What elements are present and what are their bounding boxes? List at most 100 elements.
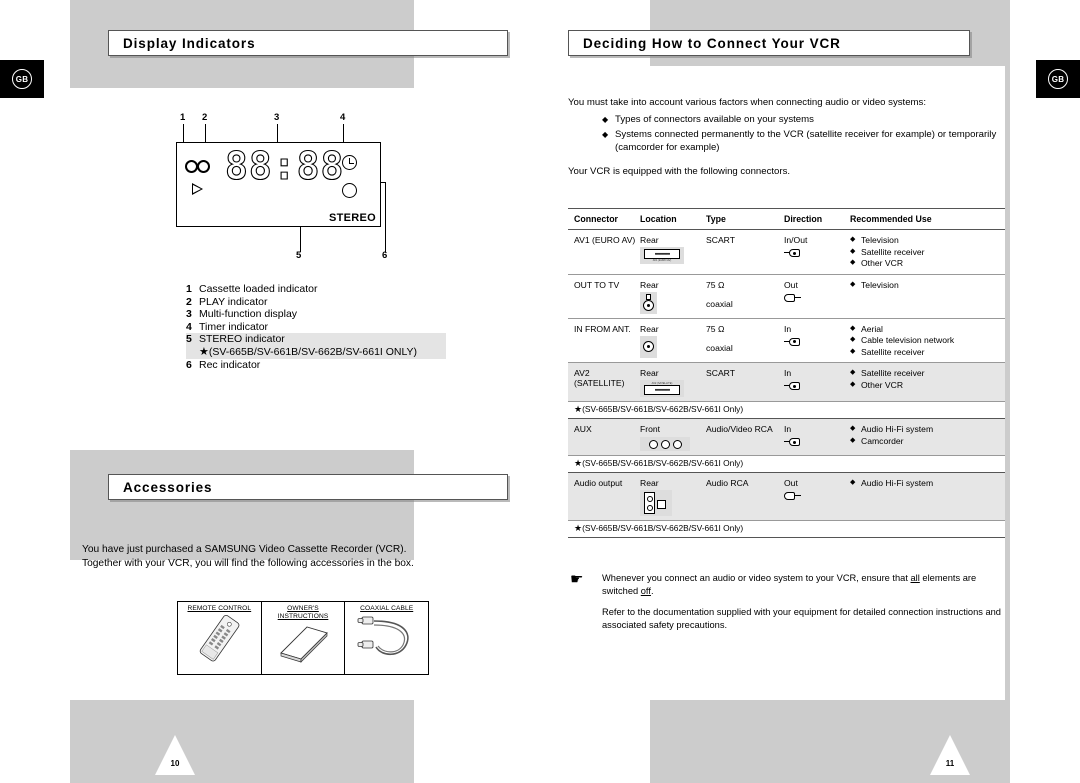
diamond-bullet-icon: ◆ xyxy=(850,280,856,288)
locale-badge-right: GB xyxy=(1036,60,1080,98)
cell-direction: Out xyxy=(784,478,850,516)
page-number-left: 10 xyxy=(155,735,195,775)
locale-badge-left: GB xyxy=(0,60,44,98)
stereo-indicator-label: STEREO xyxy=(328,212,376,224)
cell-type: Audio RCA xyxy=(706,478,749,488)
scart-connector-icon: ▪▪▪▪▪▪▪▪▪▪ AV1 (EURO AV) xyxy=(640,247,684,264)
accessory-caption: COAXIAL CABLE xyxy=(360,605,414,612)
page-number-right: 11 xyxy=(930,735,970,775)
cell-recommended-use: ◆ Television xyxy=(850,280,1005,314)
bullet-item: ◆ Types of connectors available on your … xyxy=(602,114,814,125)
use-item: ◆ Aerial xyxy=(850,323,883,334)
use-item: ◆ Satellite receiver xyxy=(850,246,925,257)
pointing-hand-icon: ☛ xyxy=(570,571,584,588)
callout-4: 4 xyxy=(340,112,346,123)
use-item: ◆ Satellite receiver xyxy=(850,368,925,378)
cell-type: 75 Ω coaxial xyxy=(706,323,733,353)
star-icon: ★ xyxy=(574,523,583,533)
accessories-illustration-box: REMOTE CONTROL OWNER'S INSTRUCTIONS COAX… xyxy=(177,601,429,675)
use-item: ◆ Audio Hi-Fi system xyxy=(850,424,934,434)
display-indicator-legend: 1 Cassette loaded indicator 2 PLAY indic… xyxy=(186,283,446,371)
table-row-model-note: ★(SV-665B/SV-661B/SV-662B/SV-661I Only) xyxy=(574,523,744,533)
multi-function-display-digits: 88:88 xyxy=(224,144,345,188)
table-row: AUX Front Audio/Video RCA In ◆ Audio Hi-F… xyxy=(568,418,1005,456)
legend-item-label: Rec indicator xyxy=(199,358,261,371)
cell-direction: In xyxy=(784,324,850,359)
intro-tail: Your VCR is equipped with the following … xyxy=(568,166,791,177)
cassette-reel-right-icon xyxy=(197,160,210,173)
cell-connector: OUT TO TV xyxy=(574,279,620,290)
section-title-deciding-how-to-connect: Deciding How to Connect Your VCR xyxy=(568,30,970,56)
star-icon: ★ xyxy=(199,345,209,358)
use-item: ◆ Television xyxy=(850,279,899,290)
table-row-model-note: ★(SV-665B/SV-661B/SV-662B/SV-661I Only) xyxy=(574,404,744,414)
caution-note-line2: Refer to the documentation supplied with… xyxy=(602,607,1001,630)
scart-connector-icon: AV2 (SATELLITE) ▪▪▪▪▪▪▪▪▪▪ xyxy=(640,380,684,397)
diamond-bullet-icon: ◆ xyxy=(850,324,856,332)
accessories-paragraph: You have just purchased a SAMSUNG Video … xyxy=(82,544,414,569)
coaxial-cable-icon xyxy=(357,616,409,656)
remote-control-icon xyxy=(200,614,240,662)
diamond-bullet-icon: ◆ xyxy=(602,130,609,139)
table-row: AV1 (EURO AV) Rear ▪▪▪▪▪▪▪▪▪▪ AV1 (EURO … xyxy=(568,230,1005,275)
section-title-accessories: Accessories xyxy=(108,474,508,500)
cell-type: Audio/Video RCA xyxy=(706,424,773,434)
accessory-caption: OWNER'S INSTRUCTIONS xyxy=(277,605,329,620)
locale-badge-label: GB xyxy=(1048,69,1068,89)
arrow-in-icon xyxy=(784,382,802,391)
arrow-in-icon xyxy=(784,337,802,347)
audio-output-connector-icon xyxy=(640,490,672,516)
accessory-owners-instructions: OWNER'S INSTRUCTIONS xyxy=(262,602,346,674)
callout-2: 2 xyxy=(202,112,208,123)
diamond-bullet-icon: ◆ xyxy=(850,347,856,355)
leader-line-6 xyxy=(385,182,387,252)
page-title: Accessories xyxy=(123,479,213,495)
use-item: ◆ Other VCR xyxy=(850,379,904,390)
use-item: ◆ Camcorder xyxy=(850,435,904,446)
legend-model-note: ★(SV-665B/SV-661B/SV-662B/SV-661I ONLY) xyxy=(199,345,418,358)
accessory-coaxial-cable: COAXIAL CABLE xyxy=(345,602,428,674)
column-header-type: Type xyxy=(706,214,726,224)
use-item: ◆ Satellite receiver xyxy=(850,346,925,357)
rca-triple-connector-icon xyxy=(640,437,690,451)
legend-item: 3 Multi-function display xyxy=(186,308,298,321)
table-row-model-note: ★(SV-665B/SV-661B/SV-662B/SV-661I Only) xyxy=(574,458,744,468)
leader-line-5 xyxy=(300,227,302,252)
diamond-bullet-icon: ◆ xyxy=(850,479,856,486)
cell-recommended-use: ◆ Satellite receiver ◆ Other VCR xyxy=(850,368,1005,397)
cell-recommended-use: ◆ Audio Hi-Fi system xyxy=(850,478,1005,516)
diamond-bullet-icon: ◆ xyxy=(850,436,856,444)
arrow-out-icon xyxy=(784,293,802,303)
table-header-row: Connector Location Type Direction Recomm… xyxy=(568,209,1005,230)
table-row: OUT TO TV Rear 75 Ω coaxial Out ◆ Televis… xyxy=(568,275,1005,319)
column-header-connector: Connector xyxy=(574,214,618,224)
diamond-bullet-icon: ◆ xyxy=(850,380,856,388)
accessory-caption: REMOTE CONTROL xyxy=(187,605,252,612)
legend-item: 1 Cassette loaded indicator xyxy=(186,283,318,295)
manual-spread: GB GB Display Indicators 1 2 3 4 5 6 88:… xyxy=(0,0,1080,783)
intro-block: You must take into account various facto… xyxy=(568,96,1000,178)
section-title-display-indicators: Display Indicators xyxy=(108,30,508,56)
cell-connector: AV1 (EURO AV) xyxy=(574,235,636,245)
cell-connector: AV2 (SATELLITE) xyxy=(574,368,625,388)
coaxial-connector-icon xyxy=(640,335,657,358)
connector-table: Connector Location Type Direction Recomm… xyxy=(568,208,1005,538)
intro-lead: You must take into account various facto… xyxy=(568,97,927,108)
cell-direction: Out xyxy=(784,280,850,314)
cell-direction: In/Out xyxy=(784,235,850,270)
page-title: Deciding How to Connect Your VCR xyxy=(583,35,841,51)
legend-item: 2 PLAY indicator xyxy=(186,295,268,308)
callout-1: 1 xyxy=(180,112,186,123)
diamond-bullet-icon: ◆ xyxy=(850,259,856,266)
cell-connector: Audio output xyxy=(574,478,623,488)
accessory-remote-control: REMOTE CONTROL xyxy=(178,602,262,674)
locale-badge-label: GB xyxy=(12,69,32,89)
diamond-bullet-icon: ◆ xyxy=(850,336,856,343)
column-header-location: Location xyxy=(640,214,677,224)
legend-item: 4 Timer indicator xyxy=(186,320,269,333)
cell-location: Rear ▪▪▪▪▪▪▪▪▪▪ AV1 (EURO AV) xyxy=(640,235,706,270)
coaxial-connector-icon xyxy=(640,291,657,314)
bullet-item: ◆ Systems connected permanently to the V… xyxy=(602,129,997,153)
legend-item-label: Cassette loaded indicator xyxy=(199,283,318,295)
timer-indicator-icon xyxy=(342,155,357,170)
